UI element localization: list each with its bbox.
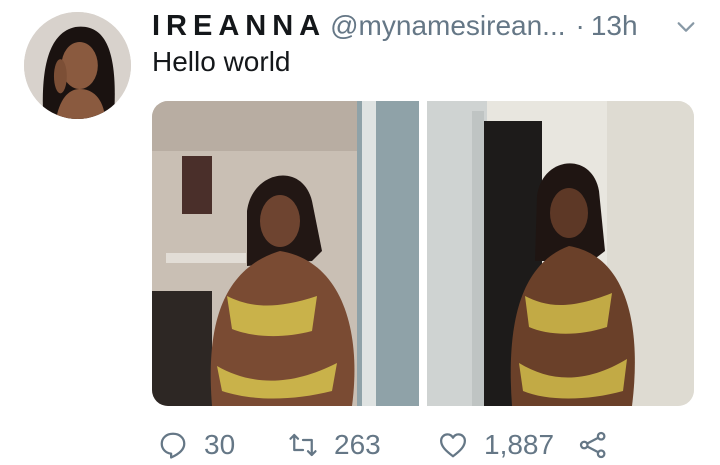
tweet-header: IREANNA @mynamesirean... · 13h	[152, 6, 697, 46]
tweet-actions: 30 263 1,887	[152, 425, 712, 465]
share-icon	[579, 431, 606, 459]
chevron-down-icon[interactable]	[675, 16, 697, 38]
retweet-button[interactable]: 263	[288, 425, 381, 465]
photo-1[interactable]	[152, 101, 419, 406]
timestamp[interactable]: 13h	[591, 10, 638, 42]
tweet[interactable]: IREANNA @mynamesirean... · 13h Hello wor…	[0, 0, 720, 465]
avatar[interactable]	[24, 12, 131, 119]
reply-count: 30	[204, 429, 236, 460]
tweet-text: Hello world	[152, 46, 291, 77]
avatar-image	[24, 12, 131, 119]
display-name[interactable]: IREANNA	[152, 10, 326, 43]
separator-dot: ·	[575, 10, 585, 41]
media-divider	[419, 101, 427, 406]
share-button[interactable]	[578, 425, 608, 465]
retweet-count: 263	[334, 429, 381, 460]
photo-2[interactable]	[427, 101, 694, 406]
photo-1-image	[152, 101, 419, 406]
user-handle[interactable]: @mynamesirean...	[330, 10, 565, 42]
reply-icon	[160, 432, 186, 459]
like-button[interactable]: 1,887	[438, 425, 554, 465]
reply-button[interactable]: 30	[158, 425, 235, 465]
retweet-icon	[289, 433, 317, 457]
media-grid	[152, 101, 694, 406]
heart-icon	[440, 433, 466, 458]
like-count: 1,887	[484, 429, 555, 460]
photo-2-image	[427, 101, 694, 406]
